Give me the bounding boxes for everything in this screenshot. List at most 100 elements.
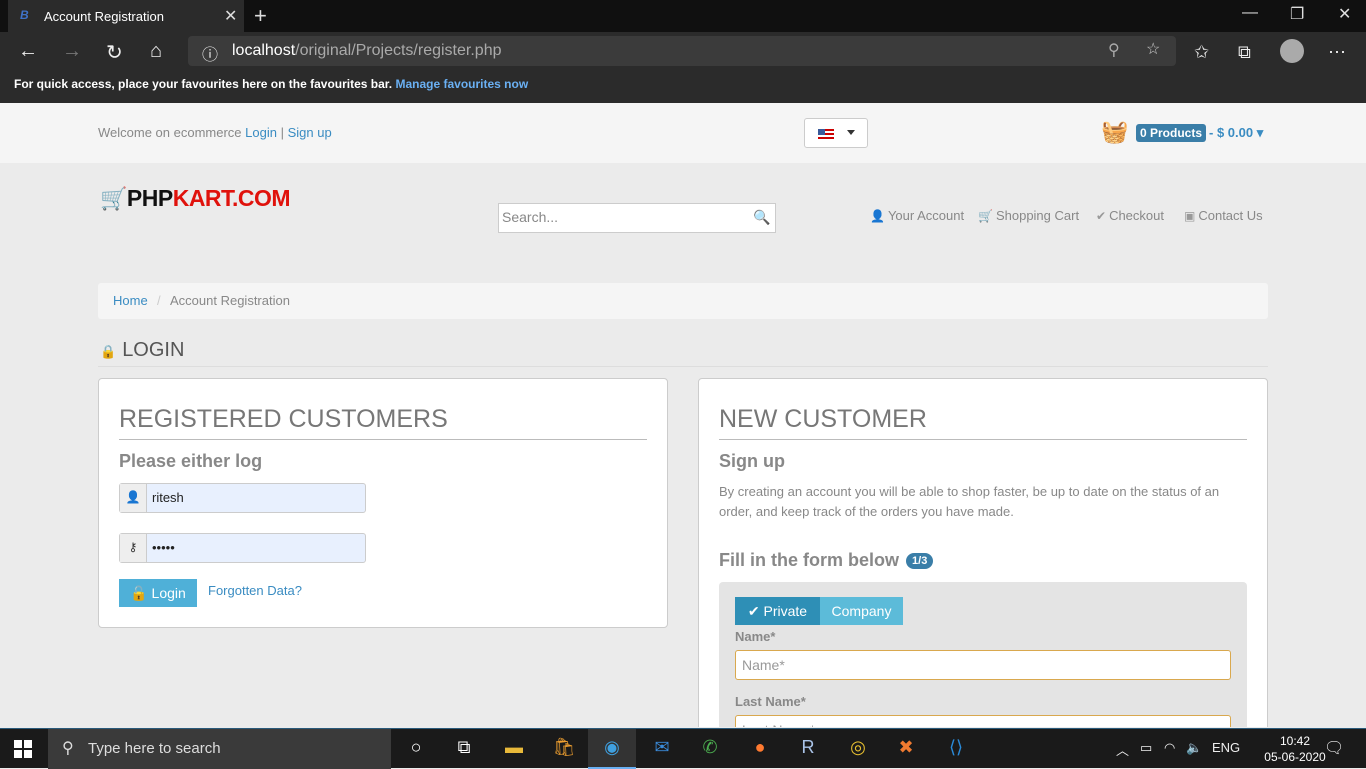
name-input[interactable] [742,657,1222,673]
search-icon: ⚲ [62,740,74,757]
top-strip: Welcome on ecommerce Login | Sign up 🧺 0… [0,103,1366,163]
restore-icon[interactable]: ❐ [1290,4,1304,24]
vscode-icon[interactable]: ⟨⟩ [932,729,980,769]
logo-cart-icon: 🛒 [100,186,127,211]
step-badge: 1/3 [906,553,934,570]
private-toggle-button[interactable]: ✔ Private [735,597,820,625]
show-hidden-icons-icon[interactable]: ︿ [1116,740,1129,759]
site-favicon-icon: B [20,8,29,22]
close-tab-icon[interactable]: ✕ [224,6,237,26]
lastname-label: Last Name* [735,694,806,709]
minimize-icon[interactable]: — [1242,4,1258,22]
nav-checkout[interactable]: ✔ Checkout [1096,208,1164,223]
profile-avatar[interactable] [1280,39,1304,63]
contact-icon: ▣ [1184,209,1196,223]
cart-products-badge[interactable]: 0 Products [1136,124,1207,142]
forward-icon[interactable]: → [62,40,82,63]
browser-chrome: B Account Registration ✕ + — ❐ ✕ ← → ↻ ⌂… [0,0,1366,103]
battery-icon[interactable]: ▭ [1140,740,1152,756]
task-view-icon[interactable]: ⧉ [440,729,488,769]
registration-form: ✔ Private Company Name* Last Name* [719,582,1247,727]
r-icon[interactable]: R [784,729,832,769]
company-toggle-button[interactable]: Company [820,597,903,625]
breadcrumb-current: Account Registration [170,293,290,308]
mail-icon[interactable]: ✉ [638,729,686,769]
edge-icon[interactable]: ◉ [588,729,636,769]
breadcrumb-home[interactable]: Home [113,293,148,308]
volume-icon[interactable]: 🔈 [1186,740,1202,756]
user-icon: 👤 [870,209,885,223]
username-input[interactable] [152,490,352,505]
close-window-icon[interactable]: ✕ [1338,4,1351,24]
welcome-text: Welcome on ecommerce Login | Sign up [98,125,332,140]
username-group: 👤 [119,483,366,513]
new-customer-panel: NEW CUSTOMER Sign up By creating an acco… [698,378,1268,727]
refresh-icon[interactable]: ↻ [106,40,123,65]
url-field[interactable]: ⓘ localhost/original/Projects/register.p… [188,36,1176,66]
lock-icon: 🔒 [100,344,117,359]
favourite-star-icon[interactable]: ☆ [1146,39,1160,59]
clock-time: 10:42 [1279,734,1311,748]
name-field [735,650,1231,680]
nav-your-account[interactable]: 👤 Your Account [870,208,964,223]
registered-heading: REGISTERED CUSTOMERS [119,405,448,433]
windows-taskbar: ⚲ Type here to search ○ ⧉ ▬ 🛍 ◉ ✉ ✆ ● R … [0,728,1366,769]
chrome-icon[interactable]: ◎ [834,729,882,769]
language-dropdown[interactable] [804,118,868,148]
page-title: 🔒 LOGIN [100,339,185,361]
signup-subheading: Sign up [719,451,785,471]
site-logo[interactable]: 🛒PHPKART.COM [100,185,291,212]
start-button[interactable] [14,740,32,758]
new-customer-heading: NEW CUSTOMER [719,405,927,433]
us-flag-icon [818,129,834,140]
registered-customers-panel: REGISTERED CUSTOMERS Please either log 👤… [98,378,668,628]
site-info-icon[interactable]: ⓘ [202,41,218,65]
login-link[interactable]: Login [245,125,277,140]
favourites-hint: For quick access, place your favourites … [14,77,393,91]
new-tab-icon[interactable]: + [254,3,267,29]
whatsapp-icon[interactable]: ✆ [686,729,734,769]
page-content: Welcome on ecommerce Login | Sign up 🧺 0… [0,103,1366,727]
search-input[interactable] [502,209,742,225]
nav-shopping-cart[interactable]: 🛒 Shopping Cart [978,208,1079,223]
cortana-icon[interactable]: ○ [392,729,440,769]
heading-rule [719,439,1247,440]
back-icon[interactable]: ← [18,40,38,63]
password-input[interactable] [152,540,352,555]
forgotten-data-link[interactable]: Forgotten Data? [208,583,302,598]
xampp-icon[interactable]: ✖ [882,729,930,769]
file-explorer-icon[interactable]: ▬ [490,729,538,769]
nav-contact-us[interactable]: ▣ Contact Us [1184,208,1263,223]
login-button[interactable]: 🔓 Login [119,579,197,607]
key-icon: ⚷ [120,534,147,562]
cart-total[interactable]: - $ 0.00 ▾ [1209,125,1263,141]
system-clock[interactable]: 10:42 05-06-2020 [1262,733,1328,765]
tab-account-registration[interactable]: B Account Registration ✕ [8,0,244,32]
user-icon: 👤 [120,484,147,512]
heading-rule [119,439,647,440]
taskbar-search[interactable]: ⚲ Type here to search [48,729,391,769]
registered-subheading: Please either log [119,451,263,471]
more-options-icon[interactable]: ⋯ [1328,42,1346,63]
signup-link[interactable]: Sign up [288,125,332,140]
key-icon[interactable]: ⚲ [1108,40,1120,60]
breadcrumb-separator: / [157,293,161,308]
divider [98,366,1268,367]
cart-icon: 🛒 [978,209,993,223]
search-icon[interactable]: 🔍 [753,209,770,226]
store-icon[interactable]: 🛍 [540,729,588,769]
manage-favourites-link[interactable]: Manage favourites now [395,77,528,91]
home-icon[interactable]: ⌂ [150,40,162,63]
postman-icon[interactable]: ● [736,729,784,769]
collections-icon[interactable]: ⧉ [1238,42,1251,63]
notifications-icon[interactable]: 🗨 [1324,738,1344,758]
wifi-icon[interactable]: ◠ [1164,740,1175,756]
favourites-icon[interactable]: ✩ [1194,42,1209,63]
language-indicator[interactable]: ENG [1212,740,1240,755]
basket-icon[interactable]: 🧺 [1101,119,1128,145]
lastname-input[interactable] [742,722,1222,727]
favourites-bar: For quick access, place your favourites … [0,72,1366,103]
clock-date: 05-06-2020 [1264,750,1326,764]
lastname-field [735,715,1231,727]
signup-description: By creating an account you will be able … [719,484,1220,519]
